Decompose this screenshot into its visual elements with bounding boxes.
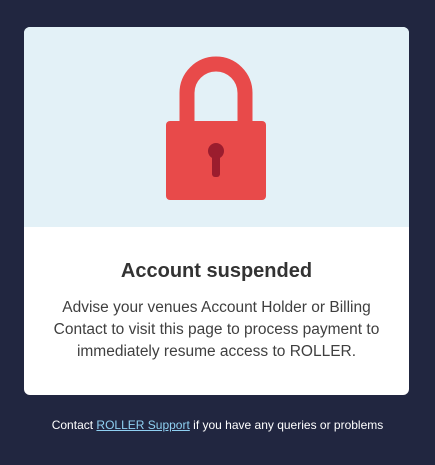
roller-support-link[interactable]: ROLLER Support [96, 418, 189, 432]
suspension-card: Account suspended Advise your venues Acc… [24, 27, 409, 395]
suspension-message: Advise your venues Account Holder or Bil… [53, 299, 380, 360]
lock-banner [24, 27, 409, 227]
support-footer: Contact ROLLER Support if you have any q… [0, 418, 435, 432]
page-title: Account suspended [120, 260, 313, 282]
lock-icon [166, 56, 266, 200]
footer-prefix: Contact [51, 418, 94, 432]
footer-suffix: if you have any queries or problems [193, 418, 384, 432]
